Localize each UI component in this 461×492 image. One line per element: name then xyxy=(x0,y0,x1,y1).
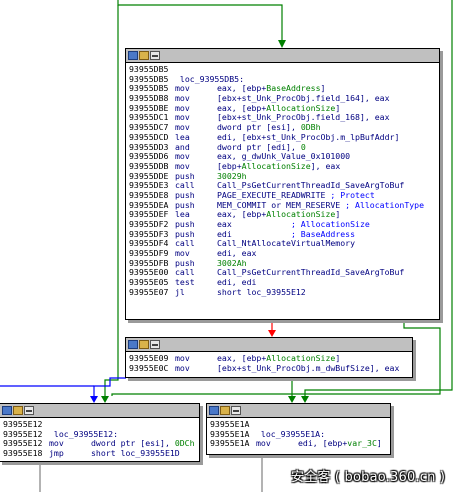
graph-icon[interactable] xyxy=(209,406,219,415)
watermark: 安全客 ( bobao.360.cn ) xyxy=(291,470,446,485)
asm-symbol: 0DBh xyxy=(300,122,321,133)
list-icon[interactable] xyxy=(24,406,34,415)
asm-line[interactable]: 93955E1A mov edi, [ebp+var_3C] xyxy=(210,439,387,449)
asm-symbol: AllocationSize xyxy=(266,209,336,220)
asm-mnemonic: jl xyxy=(175,286,185,297)
block-header[interactable] xyxy=(0,404,199,418)
asm-mnemonic: mov xyxy=(256,438,271,449)
edge-b2-b3 xyxy=(93,377,126,396)
asm-label: loc_93955E1A: xyxy=(256,428,326,439)
asm-comment: ; AllocationSize xyxy=(290,219,370,229)
rename-icon[interactable] xyxy=(13,406,23,415)
asm-operand: ], eax xyxy=(310,160,341,171)
asm-symbol: AllocationSize xyxy=(266,102,336,113)
asm-symbol: BaseAddress xyxy=(266,83,321,94)
block-header[interactable] xyxy=(126,338,412,352)
graph-icon[interactable] xyxy=(128,340,138,349)
rename-icon[interactable] xyxy=(139,51,149,60)
rename-icon[interactable] xyxy=(139,340,149,349)
list-icon[interactable] xyxy=(150,340,160,349)
edge-outer-left xyxy=(104,5,119,396)
asm-operand: Call_PsGetCurrentThreadId_SaveArgToBuf xyxy=(217,180,405,191)
edge-arrowhead xyxy=(278,40,286,48)
asm-operand: dword ptr [edi], xyxy=(217,141,301,152)
list-icon[interactable] xyxy=(150,51,160,60)
asm-address: 93955E18 xyxy=(3,448,43,459)
edge-arrowhead xyxy=(288,396,296,403)
asm-operand: eax, g_dwUnk_Value_0x101000 xyxy=(217,151,351,162)
asm-operand: ] xyxy=(335,353,341,363)
asm-label: loc_93955DB5: xyxy=(175,73,245,84)
edge-arrowhead xyxy=(268,330,276,337)
code-block-93955E09[interactable]: 93955E09 mov eax, [ebp+AllocationSize] 9395… xyxy=(125,337,413,378)
asm-operand: edi, [ebp+ xyxy=(298,438,348,449)
asm-operand: short loc_93955E1D xyxy=(91,448,180,459)
asm-line[interactable]: 93955E18 jmp short loc_93955E1D xyxy=(3,448,196,459)
asm-operand: ] xyxy=(335,209,341,220)
asm-mnemonic: mov xyxy=(175,362,190,373)
edge-arrowhead xyxy=(90,396,98,403)
code-block-loc-93955E1A[interactable]: 93955E1A 93955E1A loc_93955E1A: 93955E1A mo… xyxy=(206,403,391,455)
asm-operand: edi, eax xyxy=(217,248,257,259)
asm-operand: eax, [ebp+ xyxy=(217,209,267,220)
asm-line[interactable]: 93955E0C mov [ebx+st_Unk_ProcObj.m_dwBufSi… xyxy=(129,362,409,374)
asm-symbol: 3002Ah xyxy=(217,257,247,268)
list-icon[interactable] xyxy=(231,406,241,415)
asm-operand: dword ptr [esi], xyxy=(217,122,301,133)
asm-address: 93955E07 xyxy=(129,286,169,297)
asm-operand: ] xyxy=(335,102,341,113)
asm-operand: edi, [ebx+st_Unk_ProcObj.m_lpBufAddr] xyxy=(217,131,400,142)
block-header[interactable] xyxy=(126,49,439,63)
asm-comment: ; BaseAddress xyxy=(290,228,356,239)
asm-operand: ] xyxy=(376,438,382,449)
asm-label: loc_93955E12: xyxy=(49,428,119,439)
asm-comment: ; AllocationType xyxy=(340,199,425,210)
asm-symbol: var_3C xyxy=(347,438,377,449)
asm-operand: eax, [ebp+ xyxy=(217,353,267,363)
asm-symbol: 0DCh xyxy=(174,438,195,449)
asm-operand: eax, [ebp+ xyxy=(217,102,267,113)
asm-address: 93955E1A xyxy=(210,438,250,449)
asm-line[interactable]: 93955E07 jl short loc_93955E12 xyxy=(129,286,436,298)
graph-icon[interactable] xyxy=(128,51,138,60)
asm-comment: ; Protect xyxy=(325,189,375,200)
asm-operand: [ebp+ xyxy=(217,160,242,171)
rename-icon[interactable] xyxy=(220,406,230,415)
asm-operand: Call_NtAllocateVirtualMemory xyxy=(217,238,356,249)
asm-symbol: AllocationSize xyxy=(266,353,336,363)
edge-into-loc-93955DB5 xyxy=(117,0,283,40)
asm-symbol: 0 xyxy=(300,141,306,152)
graph-icon[interactable] xyxy=(2,406,12,415)
asm-symbol: 30029h xyxy=(217,170,247,181)
asm-symbol: AllocationSize xyxy=(241,160,311,171)
asm-operand: ] xyxy=(320,83,326,94)
code-block-loc-93955DB5[interactable]: 93955DB5 93955DB5 loc_93955DB5: 93955DB5 mo… xyxy=(125,48,440,320)
asm-mnemonic: jmp xyxy=(49,448,64,459)
asm-operand: [ebx+st_Unk_ProcObj.m_dwBufSize], eax xyxy=(217,362,400,373)
asm-operand: eax xyxy=(217,219,291,229)
asm-operand: [ebx+st_Unk_ProcObj.field_164], eax xyxy=(217,93,390,104)
asm-operand: edi xyxy=(217,228,291,239)
asm-operand: edi, edi xyxy=(217,277,257,288)
edge-arrowhead xyxy=(101,396,109,403)
block-header[interactable] xyxy=(207,404,390,418)
asm-address: 93955E0C xyxy=(129,362,169,373)
code-block-loc-93955E12[interactable]: 93955E12 93955E12 loc_93955E12: 93955E12 mo… xyxy=(0,403,200,462)
asm-operand: short loc_93955E12 xyxy=(217,286,306,297)
asm-operand: [ebx+st_Unk_ProcObj.field_168], eax xyxy=(217,112,390,123)
asm-operand: dword ptr [esi], xyxy=(91,438,175,449)
asm-operand: eax, [ebp+ xyxy=(217,83,267,94)
edge-arrowhead xyxy=(301,396,309,403)
asm-operand: MEM_COMMIT or MEM_RESERVE xyxy=(217,199,341,210)
asm-operand: Call_PsGetCurrentThreadId_SaveArgToBuf xyxy=(217,267,405,278)
asm-operand: PAGE_EXECUTE_READWRITE xyxy=(217,189,326,200)
